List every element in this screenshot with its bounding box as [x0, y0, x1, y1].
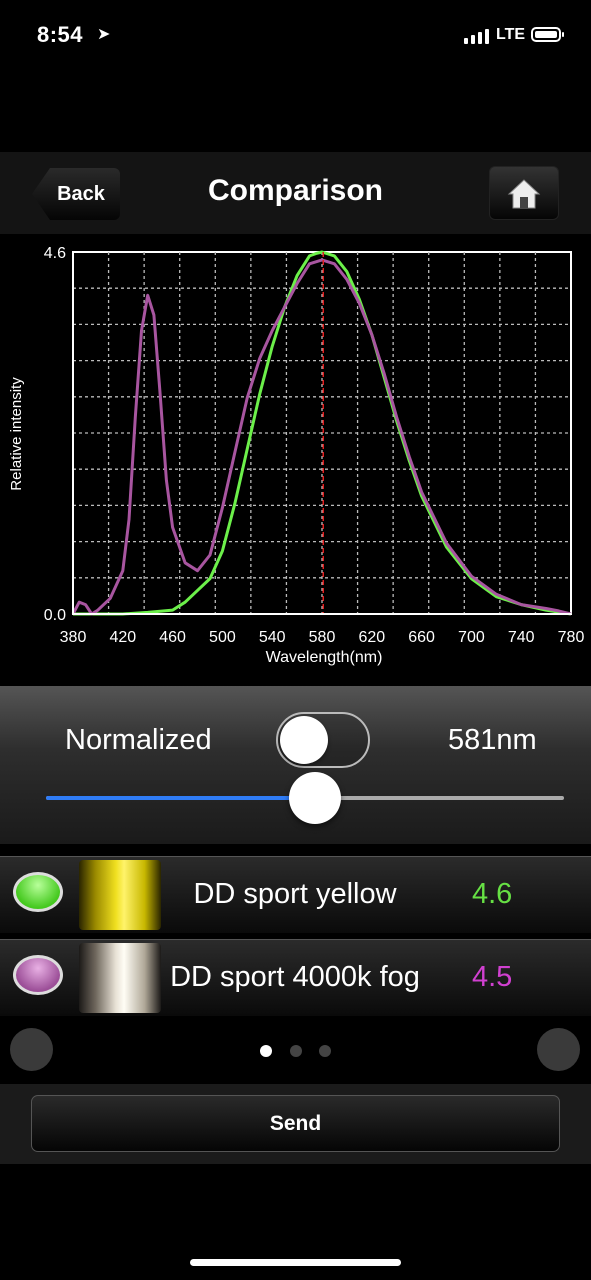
list-item[interactable]: DD sport 4000k fog 4.5: [0, 939, 591, 1016]
location-arrow-icon: ➤: [97, 26, 111, 43]
item-name: DD sport yellow: [193, 878, 397, 910]
wavelength-slider[interactable]: [46, 772, 564, 824]
x-tick-label: 540: [259, 629, 286, 646]
status-bar: 8:54 ➤ LTE: [0, 0, 591, 72]
battery-icon: [531, 27, 564, 42]
next-page-button[interactable]: [537, 1028, 580, 1071]
y-axis-label: Relative intensity: [8, 377, 25, 491]
page-controls: [0, 1018, 591, 1084]
y-tick-label: 4.6: [44, 245, 66, 262]
spectrum-chart: 380 420 460 500 540 580 620 660 700 740 780 0.0 4.6 W…: [8, 245, 585, 666]
x-tick-label: 380: [60, 629, 87, 646]
nav-bar: Back Comparison: [0, 152, 591, 234]
x-tick-label: 700: [458, 629, 485, 646]
sample-thumbnail: [79, 860, 161, 930]
status-time: 8:54: [37, 22, 84, 47]
cellular-signal-icon: [464, 28, 494, 44]
x-axis-label: Wavelength(nm): [266, 649, 383, 666]
sample-thumbnail: [79, 943, 161, 1013]
item-value: 4.6: [472, 878, 513, 910]
normalized-toggle[interactable]: [276, 712, 370, 768]
x-tick-label: 420: [109, 629, 136, 646]
slider-fill: [46, 796, 316, 800]
previous-page-button[interactable]: [10, 1028, 53, 1071]
x-tick-label: 660: [408, 629, 435, 646]
x-tick-label: 580: [309, 629, 336, 646]
x-tick-label: 740: [508, 629, 535, 646]
series-color-dot: [13, 872, 63, 912]
x-tick-label: 500: [209, 629, 236, 646]
send-bar: Send: [0, 1084, 591, 1164]
home-icon: [507, 179, 541, 209]
normalized-label: Normalized: [65, 724, 212, 756]
x-tick-label: 780: [558, 629, 585, 646]
x-tick-label: 460: [159, 629, 186, 646]
y-tick-label: 0.0: [44, 607, 66, 624]
series-color-dot: [13, 955, 63, 995]
item-name: DD sport 4000k fog: [170, 961, 420, 993]
slider-thumb[interactable]: [289, 772, 342, 824]
network-type: LTE: [496, 26, 526, 43]
page-dot-1[interactable]: [260, 1045, 272, 1057]
list-item[interactable]: DD sport yellow 4.6: [0, 856, 591, 933]
wavelength-readout: 581nm: [448, 724, 537, 756]
home-indicator: [190, 1259, 401, 1266]
sample-list: DD sport yellow 4.6 DD sport 4000k fog 4…: [0, 856, 591, 1022]
toggle-knob: [280, 716, 328, 764]
item-value: 4.5: [472, 961, 513, 993]
send-button[interactable]: Send: [31, 1095, 560, 1152]
control-panel: Normalized 581nm: [0, 686, 591, 845]
home-button[interactable]: [489, 166, 559, 220]
page-dot-2[interactable]: [290, 1045, 302, 1057]
page-dot-3[interactable]: [319, 1045, 331, 1057]
x-tick-label: 620: [358, 629, 385, 646]
